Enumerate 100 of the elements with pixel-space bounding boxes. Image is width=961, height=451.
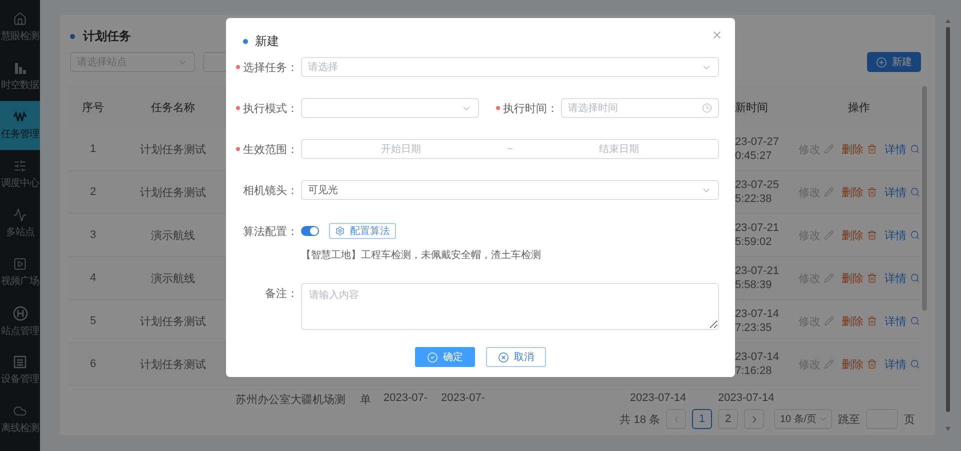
dialog-title: 新建	[255, 32, 279, 50]
required-mark	[236, 147, 240, 151]
sidebar-item[interactable]: 站点管理	[0, 297, 40, 346]
cancel-button[interactable]: 取消	[486, 347, 546, 367]
delete-link[interactable]: 删除	[842, 270, 876, 286]
detail-link[interactable]: 详情	[884, 314, 920, 328]
pencil-icon	[824, 316, 834, 326]
sidebar-item[interactable]: 慧眼检测	[0, 3, 40, 52]
algorithm-hint: 【智慧工地】工程车检测，未佩戴安全帽，渣土车检测	[301, 248, 541, 262]
confirm-button[interactable]: 确定	[415, 347, 475, 367]
time-text: 7:16:28	[735, 364, 772, 378]
toggle-switch[interactable]	[301, 226, 319, 236]
time-text: 5:22:38	[735, 192, 772, 206]
trash-icon	[866, 144, 876, 154]
new-button[interactable]: 新建	[867, 52, 921, 72]
pencil-icon	[824, 187, 834, 197]
title-dot-icon	[70, 34, 75, 38]
date-text: 23-07-27	[735, 135, 780, 149]
field-label: 相机镜头：	[242, 184, 299, 198]
home-icon	[13, 12, 27, 26]
close-button[interactable]	[711, 29, 723, 41]
time-text: 5:59:02	[735, 235, 772, 249]
play-icon	[13, 257, 27, 271]
check-circle-icon	[427, 352, 438, 362]
scrollbar-thumb[interactable]	[922, 86, 927, 311]
time-text: 7:23:35	[735, 321, 772, 335]
select-field[interactable]: 请选择	[301, 57, 719, 77]
search-icon	[910, 359, 920, 369]
trash-icon	[866, 359, 876, 369]
field-label: 执行模式：	[226, 98, 301, 118]
list-icon	[13, 355, 27, 369]
bar-chart-icon	[13, 61, 27, 75]
required-mark	[236, 65, 240, 69]
total-count: 共 18 条	[620, 412, 660, 426]
next-page-button[interactable]	[744, 409, 764, 429]
sidebar-item[interactable]: 多站点	[0, 199, 40, 248]
required-mark	[496, 106, 500, 110]
detail-link[interactable]: 详情	[884, 142, 920, 156]
remark-field[interactable]: 请输入内容	[301, 283, 719, 330]
jump-label: 跳至	[838, 412, 860, 426]
sliders-icon	[13, 159, 27, 173]
page-button[interactable]: 1	[692, 409, 712, 429]
pencil-icon	[824, 144, 834, 154]
sidebar-item[interactable]: 离线检测	[0, 395, 40, 444]
clock-icon	[702, 103, 712, 113]
delete-link[interactable]: 删除	[842, 356, 876, 372]
table-cell-text: 2023-07-14	[628, 391, 688, 406]
sidebar-item[interactable]: 时空数据	[0, 52, 40, 101]
title-dot-icon	[243, 38, 248, 44]
select-field[interactable]	[301, 98, 479, 118]
detail-link[interactable]: 详情	[884, 356, 920, 372]
search-icon	[910, 187, 920, 197]
detail-link[interactable]: 详情	[884, 228, 920, 242]
h-circle-icon	[12, 306, 28, 320]
field-label: 生效范围：	[226, 139, 301, 159]
sidebar-item[interactable]: 调度中心	[0, 150, 40, 199]
table-cell-text: 单	[359, 393, 372, 406]
search-icon	[910, 230, 920, 240]
table-cell-text: 2023-07-	[382, 391, 429, 406]
page-button[interactable]: 2	[718, 409, 738, 429]
prev-page-button[interactable]	[666, 409, 686, 429]
time-field[interactable]: 请选择时间	[561, 98, 719, 118]
cloud-icon	[13, 404, 27, 418]
sidebar-item[interactable]: 设备管理	[0, 346, 40, 395]
x-circle-icon	[498, 352, 509, 362]
date-text: 23-07-14	[735, 350, 780, 364]
time-text: 5:58:39	[735, 278, 772, 292]
delete-link[interactable]: 删除	[842, 184, 876, 200]
required-mark	[236, 106, 240, 110]
pencil-icon	[824, 273, 834, 283]
search-icon	[910, 273, 920, 283]
trash-icon	[866, 316, 876, 326]
trash-icon	[866, 187, 876, 197]
sidebar-item[interactable]: 任务管理	[0, 101, 40, 150]
date-text: 23-07-25	[735, 178, 780, 192]
detail-link[interactable]: 详情	[884, 184, 920, 200]
date-text: 23-07-14	[735, 307, 780, 321]
page-suffix: 页	[904, 412, 915, 426]
wave-icon	[13, 110, 27, 124]
configure-algorithm-button[interactable]: 配置算法	[329, 223, 396, 239]
plus-icon	[876, 56, 887, 68]
delete-link[interactable]: 删除	[842, 228, 876, 242]
table-cell-text: 苏州办公室大疆机场测	[234, 392, 346, 406]
time-text: 0:45:27	[735, 149, 772, 163]
scrollbar-drawing[interactable]	[945, 19, 951, 431]
table-cell-text: 2023-07-14	[717, 391, 776, 406]
delete-link[interactable]: 删除	[842, 142, 876, 156]
settings-icon	[335, 226, 345, 236]
page-title: 计划任务	[83, 28, 131, 44]
detail-link[interactable]: 详情	[884, 270, 920, 286]
date-text: 23-07-21	[735, 264, 780, 278]
select-field[interactable]: 可见光	[301, 180, 719, 200]
search-icon	[910, 316, 920, 326]
search-icon	[910, 144, 920, 154]
delete-link[interactable]: 删除	[842, 314, 876, 328]
pencil-icon	[824, 230, 834, 240]
sidebar-item[interactable]: 视频广场	[0, 248, 40, 297]
page-size-select[interactable]: 10 条/页	[774, 409, 832, 429]
pencil-icon	[824, 359, 834, 369]
date-range-field[interactable]: 开始日期 ~ 结束日期	[301, 139, 719, 159]
